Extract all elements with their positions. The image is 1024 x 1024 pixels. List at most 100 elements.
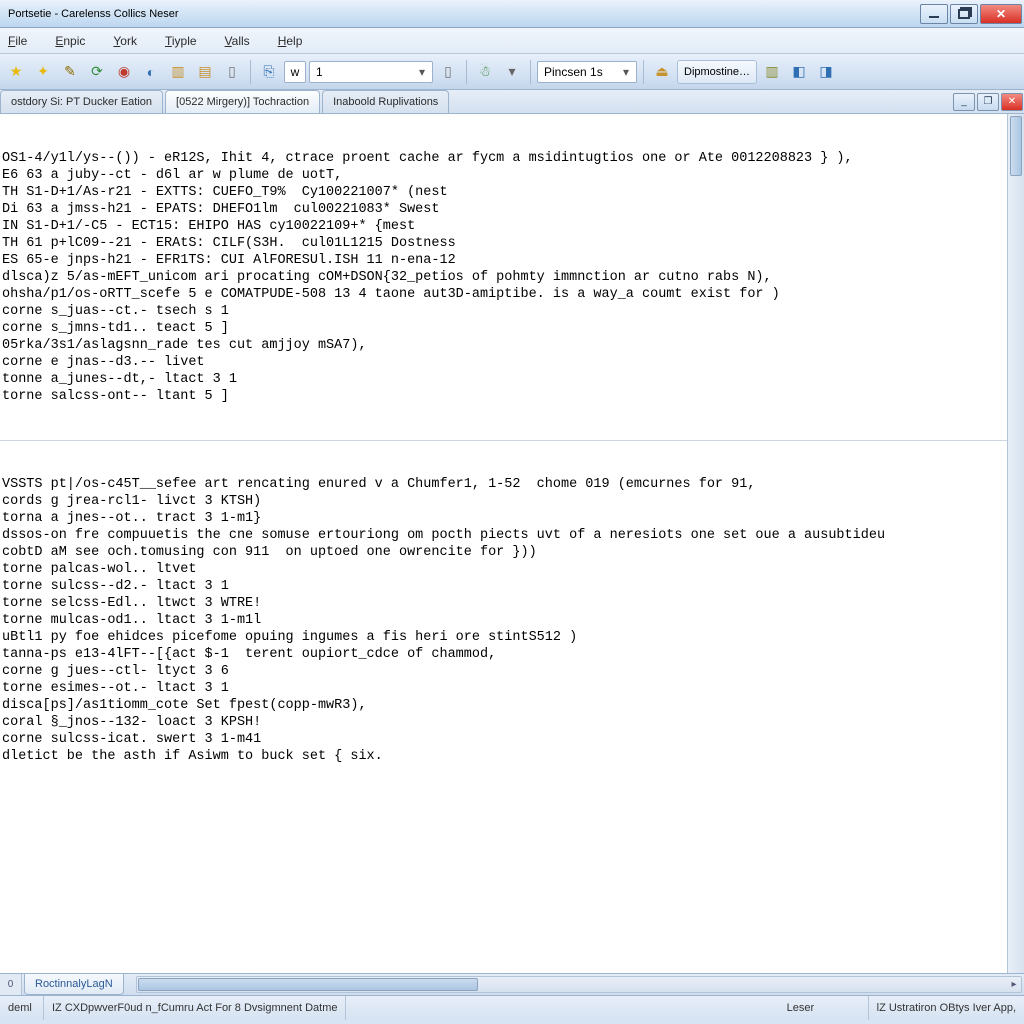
log-line: E6 63 a juby--ct - d6l ar w plume de uot…: [0, 167, 1020, 184]
status-cell-3: Leser: [779, 996, 869, 1020]
menu-help[interactable]: Help: [278, 34, 303, 48]
vertical-scrollbar[interactable]: [1007, 114, 1024, 973]
sheet-tab-1[interactable]: RoctinnalyLagN: [24, 974, 124, 995]
log-line: torne salcss-ont-- ltant 5 ]: [0, 388, 1020, 405]
log-line: dlsca)z 5/as-mEFT_unicom ari procating c…: [0, 269, 1020, 286]
doc-close-button[interactable]: ✕: [1001, 93, 1023, 111]
chevron-down-icon: ▾: [414, 65, 430, 79]
menu-york[interactable]: York: [113, 34, 137, 48]
breakpoint-icon[interactable]: ◉: [112, 60, 136, 84]
doc-minimize-button[interactable]: _: [953, 93, 975, 111]
doc-tab-1[interactable]: ostdory Si: PT Ducker Eation: [0, 90, 163, 113]
panel-left-icon[interactable]: ◧: [787, 60, 811, 84]
panel-right-icon[interactable]: ◨: [814, 60, 838, 84]
scrollbar-thumb[interactable]: [1010, 116, 1022, 176]
folder-open-icon[interactable]: ▤: [193, 60, 217, 84]
log-line: corne sulcss-icat. swert 3 1-m41: [0, 731, 1020, 748]
doc-restore-button[interactable]: ❐: [977, 93, 999, 111]
refresh-icon[interactable]: ⟳: [85, 60, 109, 84]
scroll-right-icon[interactable]: ▸: [1006, 977, 1022, 992]
columns-icon[interactable]: ▥: [760, 60, 784, 84]
log-line: corne s_juas--ct.- tsech s 1: [0, 303, 1020, 320]
log-line: torna a jnes--ot.. tract 3 1-m1}: [0, 510, 1020, 527]
action-button[interactable]: Dipmostine…: [677, 60, 757, 84]
split-line: [0, 440, 1020, 441]
log-line: cords g jrea-rcl1- livct 3 KTSH): [0, 493, 1020, 510]
wand-icon[interactable]: ✎: [58, 60, 82, 84]
chevron-down-icon: ▾: [618, 65, 634, 79]
doc-tab-spacer: [451, 90, 951, 113]
log-line: torne sulcss--d2.- ltact 3 1: [0, 578, 1020, 595]
log-line: TH 61 p+lC09--21 - ERAtS: CILF(S3H. cul0…: [0, 235, 1020, 252]
close-button[interactable]: [980, 4, 1022, 24]
window-title: Portsetie - Carelenss Collics Neser: [8, 8, 918, 20]
user-icon[interactable]: ☃: [473, 60, 497, 84]
status-cell-4: lZ Ustratiron OBtys Iver App,: [869, 996, 1024, 1020]
doc-refresh-icon[interactable]: ⎘: [257, 60, 281, 84]
star-icon[interactable]: ★: [4, 60, 28, 84]
log-line: tanna-ps e13-4lFT--[{act $-1 terent oupi…: [0, 646, 1020, 663]
doc-tab-2[interactable]: [0522 Mirgery)] Tochraction: [165, 90, 320, 113]
log-line: tonne a_junes--dt,- ltact 3 1: [0, 371, 1020, 388]
log-line: disca[ps]/as1tiomm_cote Set fpest(copp-m…: [0, 697, 1020, 714]
page-number-value: 1: [316, 65, 414, 79]
log-line: VSSTS pt|/os-c45T__sefee art rencating e…: [0, 476, 1020, 493]
toolbar-sep-1: [250, 60, 251, 84]
log-line: 05rka/3s1/aslagsnn_rade tes cut amjjoy m…: [0, 337, 1020, 354]
menu-tiyple[interactable]: Tiyple: [165, 34, 197, 48]
window-buttons: [918, 4, 1022, 24]
log-line: torne esimes--ot.- ltact 3 1: [0, 680, 1020, 697]
eject-icon[interactable]: ⏏: [650, 60, 674, 84]
toolbar-sep-3: [530, 60, 531, 84]
scheme-value: Pincsen 1s: [544, 65, 618, 79]
toolbar-sep-4: [643, 60, 644, 84]
log-line: torne selcss-Edl.. ltwct 3 WTRE!: [0, 595, 1020, 612]
log-line: OS1-4/y1l/ys--()) - eR12S, Ihit 4, ctrac…: [0, 150, 1020, 167]
menu-valls[interactable]: Valls: [225, 34, 250, 48]
log-line: coral §_jnos--132- loact 3 KPSH!: [0, 714, 1020, 731]
hscrollbar-thumb[interactable]: [138, 978, 478, 991]
log-line: ES 65-e jnps-h21 - EFR1TS: CUI AlFORESUl…: [0, 252, 1020, 269]
log-line: TH S1-D+1/As-r21 - EXTTS: CUEFO_T9% Cy10…: [0, 184, 1020, 201]
minimize-button[interactable]: [920, 4, 948, 24]
log-line: corne g jues--ctl- ltyct 3 6: [0, 663, 1020, 680]
toolbar: ★ ✦ ✎ ⟳ ◉ ◐ ▥ ▤ ▯ ⎘ 1 ▾ ▯ ☃ ▾ Pincsen 1s…: [0, 54, 1024, 90]
globe-icon[interactable]: ◐: [139, 60, 163, 84]
log-line: IN S1-D+1/-C5 - ECT15: EHIPO HAS cy10022…: [0, 218, 1020, 235]
page-icon[interactable]: ▯: [220, 60, 244, 84]
log-line: corne s_jmns-td1.. teact 5 ]: [0, 320, 1020, 337]
menu-enpic[interactable]: Enpic: [55, 34, 85, 48]
status-cell-1: deml: [0, 996, 44, 1020]
action-label: Dipmostine…: [684, 66, 750, 78]
log-line: torne mulcas-od1.. ltact 3 1-m1l: [0, 612, 1020, 629]
log-line: dssos-on fre compuuetis the cne somuse e…: [0, 527, 1020, 544]
bottom-tab-row: 0 RoctinnalyLagN ◂ ▸: [0, 974, 1024, 996]
star-add-icon[interactable]: ✦: [31, 60, 55, 84]
doc-icon[interactable]: ▯: [436, 60, 460, 84]
scheme-combo[interactable]: Pincsen 1s ▾: [537, 61, 637, 83]
log-line: cobtD aM see och.tomusing con 911 on upt…: [0, 544, 1020, 561]
log-line: Di 63 a jmss-h21 - EPATS: DHEFO1lm cul00…: [0, 201, 1020, 218]
log-output[interactable]: OS1-4/y1l/ys--()) - eR12S, Ihit 4, ctrac…: [0, 114, 1024, 974]
doc-tab-3[interactable]: Inaboold Ruplivations: [322, 90, 449, 113]
flag-icon[interactable]: ▾: [500, 60, 524, 84]
log-line: torne palcas-wol.. ltvet: [0, 561, 1020, 578]
toolbar-sep-2: [466, 60, 467, 84]
log-line: ohsha/p1/os-oRTT_scefe 5 e COMATPUDE-508…: [0, 286, 1020, 303]
status-bar: deml IZ CXDpwverF0ud n_fCumru Act For 8 …: [0, 996, 1024, 1020]
horizontal-scrollbar[interactable]: ◂ ▸: [136, 976, 1022, 993]
log-line: corne e jnas--d3.-- livet: [0, 354, 1020, 371]
menu-file[interactable]: File: [8, 34, 27, 48]
window-titlebar: Portsetie - Carelenss Collics Neser: [0, 0, 1024, 28]
page-letter-input[interactable]: [284, 61, 306, 83]
menu-bar: File Enpic York Tiyple Valls Help: [0, 28, 1024, 54]
restore-button[interactable]: [950, 4, 978, 24]
sheet-nav-button[interactable]: 0: [0, 974, 22, 995]
page-number-combo[interactable]: 1 ▾: [309, 61, 433, 83]
status-cell-2: IZ CXDpwverF0ud n_fCumru Act For 8 Dvsig…: [44, 996, 346, 1020]
log-line: uBtl1 py foe ehidces picefome opuing ing…: [0, 629, 1020, 646]
document-tab-row: ostdory Si: PT Ducker Eation [0522 Mirge…: [0, 90, 1024, 114]
folder-icon[interactable]: ▥: [166, 60, 190, 84]
doc-window-buttons: _ ❐ ✕: [951, 90, 1024, 113]
log-line: dletict be the asth if Asiwm to buck set…: [0, 748, 1020, 765]
